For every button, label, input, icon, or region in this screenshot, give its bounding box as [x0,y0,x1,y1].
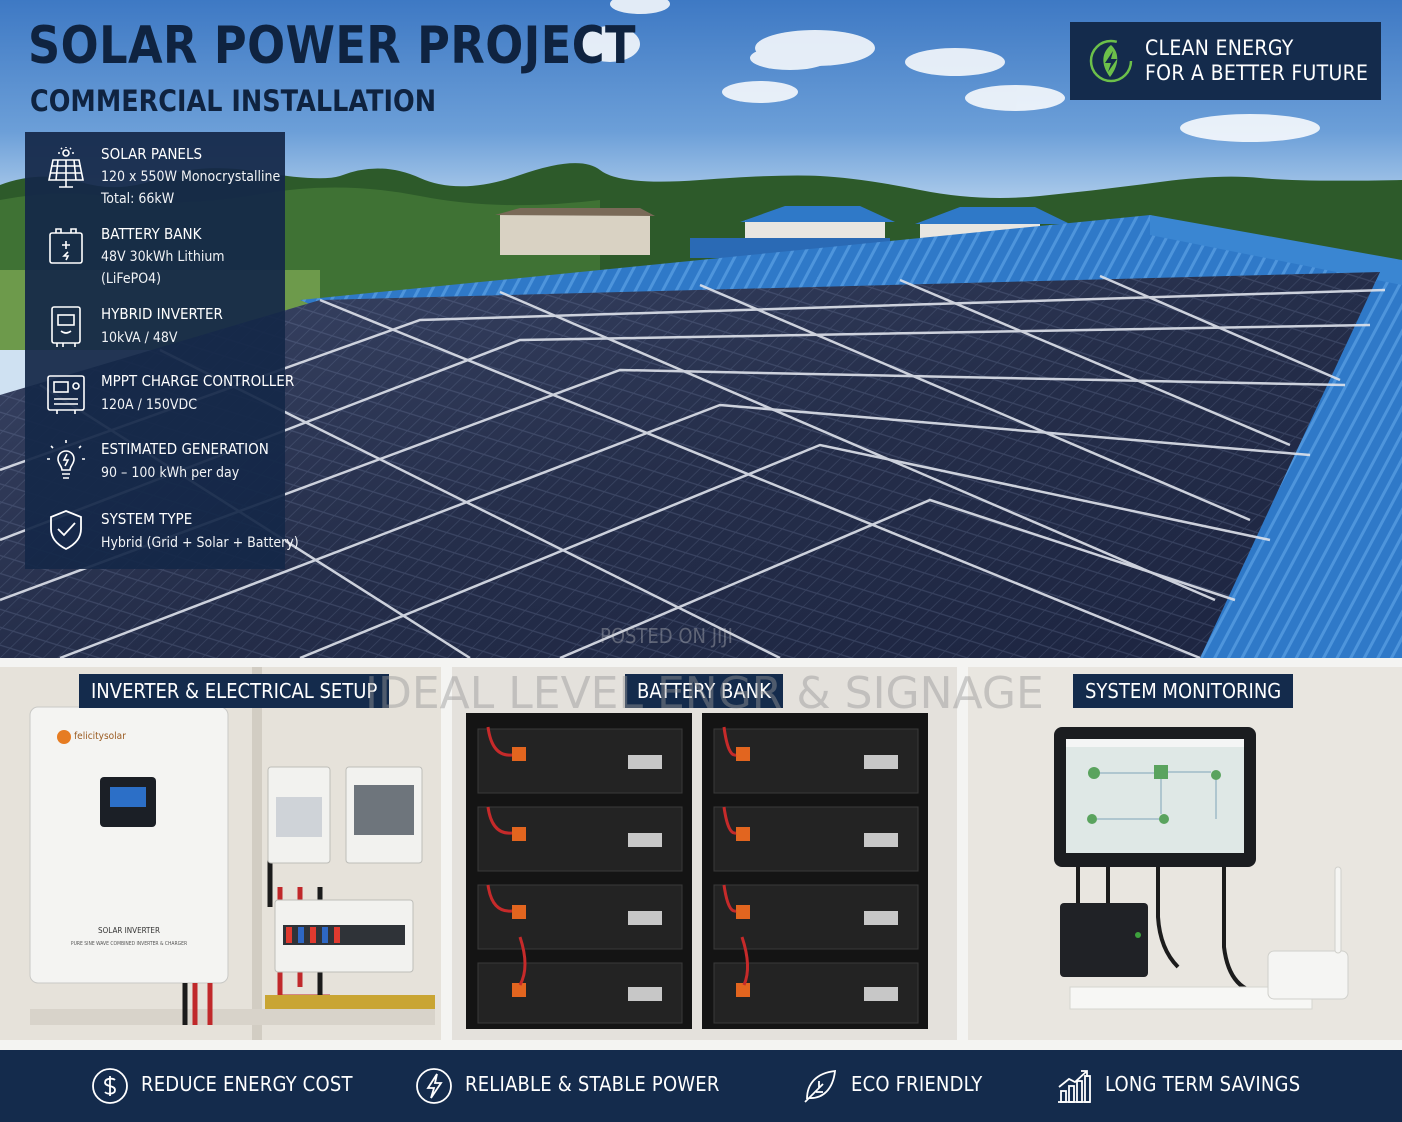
specs-panel: SOLAR PANELS 120 x 550W Monocrystalline … [25,132,299,569]
charge-controller-icon [47,375,85,414]
page-title: SOLAR POWER PROJECT [28,16,636,76]
page-subtitle: COMMERCIAL INSTALLATION [30,84,437,118]
spec-detail: 120A / 150VDC [101,397,198,413]
spec-title: SOLAR PANELS [101,145,203,163]
spec-title: BATTERY BANK [101,225,202,243]
feature-label: RELIABLE & STABLE POWER [465,1072,720,1096]
inverter-model-label: SOLAR INVERTER [98,926,160,935]
inverter-section-label: INVERTER & ELECTRICAL SETUP [79,674,390,708]
leaf-icon [804,1069,837,1103]
hero-banner: SOLAR POWER PROJECT COMMERCIAL INSTALLAT… [0,0,1402,658]
spec-detail: 90 – 100 kWh per day [101,465,240,481]
solar-panel-icon [48,147,84,188]
battery-photo [452,667,957,1040]
lightning-icon [416,1068,452,1104]
spec-title: ESTIMATED GENERATION [101,440,269,458]
spec-detail: 48V 30kWh Lithium [101,249,225,265]
system-monitoring-image [968,667,1402,1040]
spec-title: SYSTEM TYPE [101,510,193,528]
spec-detail: Hybrid (Grid + Solar + Battery) [101,535,299,551]
inverter-setup-image [0,667,441,1040]
growth-chart-icon [1058,1070,1091,1103]
battery-bank-image [452,667,957,1040]
battery-section-label: BATTERY BANK [625,674,783,708]
inverter-photo: felicitysolar SOLAR INVERTER PURE SINE W… [0,667,441,1040]
spec-detail: 120 x 550W Monocrystalline [101,169,281,185]
monitoring-section-label: SYSTEM MONITORING [1073,674,1294,708]
leaf-bolt-icon [1089,39,1133,83]
features-footer: REDUCE ENERGY COST RELIABLE & STABLE POW… [0,1050,1402,1122]
monitoring-photo [968,667,1402,1040]
inverter-model-sublabel: PURE SINE WAVE COMBINED INVERTER & CHARG… [70,941,188,947]
spec-title: MPPT CHARGE CONTROLLER [101,372,295,390]
spec-detail: (LiFePO4) [101,271,162,287]
inverter-icon [51,306,81,347]
spec-title: HYBRID INVERTER [101,305,223,323]
spec-detail: Total: 66kW [101,191,175,207]
feature-label: REDUCE ENERGY COST [141,1072,353,1096]
lightbulb-icon [47,440,85,479]
inverter-brand: felicitysolar [74,731,126,742]
clean-energy-badge: CLEAN ENERGY FOR A BETTER FUTURE [1070,22,1381,100]
feature-label: ECO FRIENDLY [851,1072,983,1096]
badge-line-1: CLEAN ENERGY [1145,36,1294,60]
spec-detail: 10kVA / 48V [101,330,178,346]
battery-icon [49,228,83,264]
dollar-icon [92,1068,128,1104]
feature-label: LONG TERM SAVINGS [1105,1072,1301,1096]
secondary-watermark: POSTED ON JIJI [600,624,733,648]
shield-check-icon [50,510,82,551]
badge-line-2: FOR A BETTER FUTURE [1145,61,1369,85]
